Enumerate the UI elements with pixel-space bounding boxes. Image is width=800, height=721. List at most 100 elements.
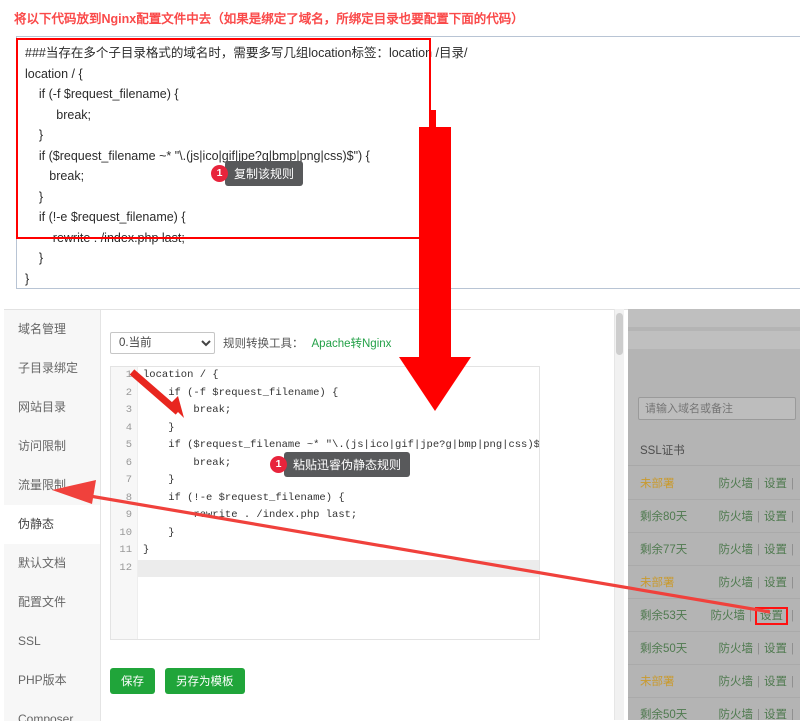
ssl-cert-status: 剩余53天: [640, 610, 688, 622]
firewall-link[interactable]: 防火墙: [719, 676, 754, 688]
rewrite-settings-content: 0.当前 规则转换工具： Apache转Nginx 1 2 3 4 5 6 7 …: [101, 310, 622, 721]
table-row[interactable]: 未部署 防火墙 | 设置 |: [628, 466, 800, 500]
sidebar-item-subdir-bind[interactable]: 子目录绑定: [4, 349, 100, 388]
content-scrollbar-thumb[interactable]: [616, 313, 623, 355]
row-actions: 防火墙 | 设置 |: [719, 475, 799, 491]
apache-to-nginx-link[interactable]: Apache转Nginx: [312, 335, 392, 351]
code-line: }: [143, 421, 175, 434]
table-header-row: SSL证书: [628, 435, 800, 466]
callout-paste-rule: 1 粘贴迅睿伪静态规则: [270, 452, 411, 477]
sidebar-item-ssl[interactable]: SSL: [4, 622, 100, 661]
ssl-cert-status: 剩余50天: [640, 643, 688, 655]
line-number: 4: [125, 421, 132, 434]
sidebar-item-traffic-limit[interactable]: 流量限制: [4, 466, 100, 505]
separator: |: [791, 577, 794, 589]
sidebar-item-rewrite[interactable]: 伪静态: [4, 505, 100, 544]
line-number: 8: [125, 491, 132, 504]
separator: |: [757, 511, 760, 523]
firewall-link[interactable]: 防火墙: [719, 709, 754, 720]
settings-link[interactable]: 设置: [764, 544, 787, 556]
separator: |: [791, 478, 794, 490]
code-line: }: [143, 526, 175, 539]
table-row[interactable]: 剩余80天 防火墙 | 设置 |: [628, 499, 800, 533]
settings-link[interactable]: 设置: [764, 709, 787, 720]
separator: |: [791, 676, 794, 688]
line-number: 1: [125, 369, 132, 381]
ssl-cert-status: 未部署: [640, 577, 675, 589]
firewall-link[interactable]: 防火墙: [711, 610, 746, 622]
table-row[interactable]: 剩余50天 防火墙 | 设置 |: [628, 631, 800, 665]
instruction-code-text: ###当存在多个子目录格式的域名时，需要多写几组location标签：locat…: [25, 46, 468, 286]
separator: |: [757, 643, 760, 655]
table-row[interactable]: 未部署 防火墙 | 设置 |: [628, 565, 800, 599]
sidebar-item-domain-manage[interactable]: 域名管理: [4, 310, 100, 349]
row-actions: 防火墙 | 设置 |: [711, 607, 799, 625]
converter-label: 规则转换工具：: [223, 338, 304, 350]
code-line: break;: [143, 404, 232, 416]
settings-link[interactable]: 设置: [764, 511, 787, 523]
firewall-link[interactable]: 防火墙: [719, 478, 754, 490]
separator: |: [757, 676, 760, 688]
row-actions: 防火墙 | 设置 |: [719, 508, 799, 524]
firewall-link[interactable]: 防火墙: [719, 643, 754, 655]
sidebar-item-config-file[interactable]: 配置文件: [4, 583, 100, 622]
instruction-code-panel: ###当存在多个子目录格式的域名时，需要多写几组location标签：locat…: [16, 36, 800, 289]
line-number: 10: [119, 526, 132, 539]
row-actions: 防火墙 | 设置 |: [719, 574, 799, 590]
firewall-link[interactable]: 防火墙: [719, 577, 754, 589]
save-button[interactable]: 保存: [110, 668, 155, 694]
site-search-input[interactable]: [638, 397, 796, 420]
line-number: 9: [125, 509, 132, 521]
firewall-link[interactable]: 防火墙: [719, 511, 754, 523]
separator: |: [791, 643, 794, 655]
ssl-cert-status: 剩余50天: [640, 709, 688, 720]
site-list-panel: SSL证书 未部署 防火墙|设置| 剩余80天 防火墙|设置| 剩余77天 防火…: [628, 309, 800, 720]
editor-button-bar: 保存 另存为模板: [110, 668, 245, 694]
editor-code-area[interactable]: location / { if (-f $request_filename) {…: [138, 367, 539, 639]
firewall-link[interactable]: 防火墙: [719, 544, 754, 556]
separator: |: [791, 544, 794, 556]
site-search-wrap: [638, 397, 800, 421]
separator: |: [791, 610, 794, 622]
table-row[interactable]: 剩余50天 防火墙 | 设置 |: [628, 697, 800, 720]
callout-copy-rule: 1 复制该规则: [211, 161, 304, 186]
panel-band: [628, 331, 800, 349]
line-number: 6: [125, 456, 132, 469]
ssl-cert-status: 未部署: [640, 478, 675, 490]
code-line: }: [143, 544, 150, 556]
separator: |: [757, 577, 760, 589]
settings-link[interactable]: 设置: [764, 478, 787, 490]
line-number: 7: [125, 474, 132, 486]
sidebar-item-default-doc[interactable]: 默认文档: [4, 544, 100, 583]
table-row-highlighted[interactable]: 剩余53天 防火墙 | 设置 |: [628, 598, 800, 632]
sidebar-item-access-limit[interactable]: 访问限制: [4, 427, 100, 466]
separator: |: [791, 511, 794, 523]
instruction-code-panel-inner: ###当存在多个子目录格式的域名时，需要多写几组location标签：locat…: [17, 37, 800, 288]
settings-link-highlighted[interactable]: 设置: [755, 607, 788, 625]
ssl-cert-status: 剩余80天: [640, 511, 688, 523]
ssl-cert-status: 未部署: [640, 676, 675, 688]
line-number: 3: [125, 404, 132, 416]
code-line: if (-f $request_filename) {: [143, 386, 339, 399]
ssl-cert-status: 剩余77天: [640, 544, 688, 556]
table-row[interactable]: 剩余77天 防火墙 | 设置 |: [628, 532, 800, 566]
table-row[interactable]: 未部署 防火墙 | 设置 |: [628, 664, 800, 698]
settings-link[interactable]: 设置: [764, 643, 787, 655]
sidebar-item-site-dir[interactable]: 网站目录: [4, 388, 100, 427]
code-line: if (!-e $request_filename) {: [143, 491, 345, 504]
code-line: location / {: [143, 369, 219, 381]
content-scrollbar[interactable]: [614, 309, 624, 720]
callout-tooltip-paste-rule: 粘贴迅睿伪静态规则: [278, 452, 411, 477]
line-number: 12: [119, 561, 132, 574]
settings-link[interactable]: 设置: [764, 577, 787, 589]
editor-line-number-gutter: 1 2 3 4 5 6 7 8 9 10 11 12: [111, 367, 138, 639]
rule-template-select[interactable]: 0.当前: [110, 332, 215, 354]
settings-link[interactable]: 设置: [764, 676, 787, 688]
sidebar-item-composer[interactable]: Composer: [4, 700, 100, 721]
rewrite-rule-code-editor[interactable]: 1 2 3 4 5 6 7 8 9 10 11 12 location / { …: [110, 366, 540, 640]
code-line-active: [138, 559, 539, 577]
code-line: rewrite . /index.php last;: [143, 509, 358, 521]
save-as-template-button[interactable]: 另存为模板: [165, 668, 245, 694]
sidebar-item-php-version[interactable]: PHP版本: [4, 661, 100, 700]
rewrite-toolbar: 0.当前 规则转换工具： Apache转Nginx: [110, 332, 391, 354]
